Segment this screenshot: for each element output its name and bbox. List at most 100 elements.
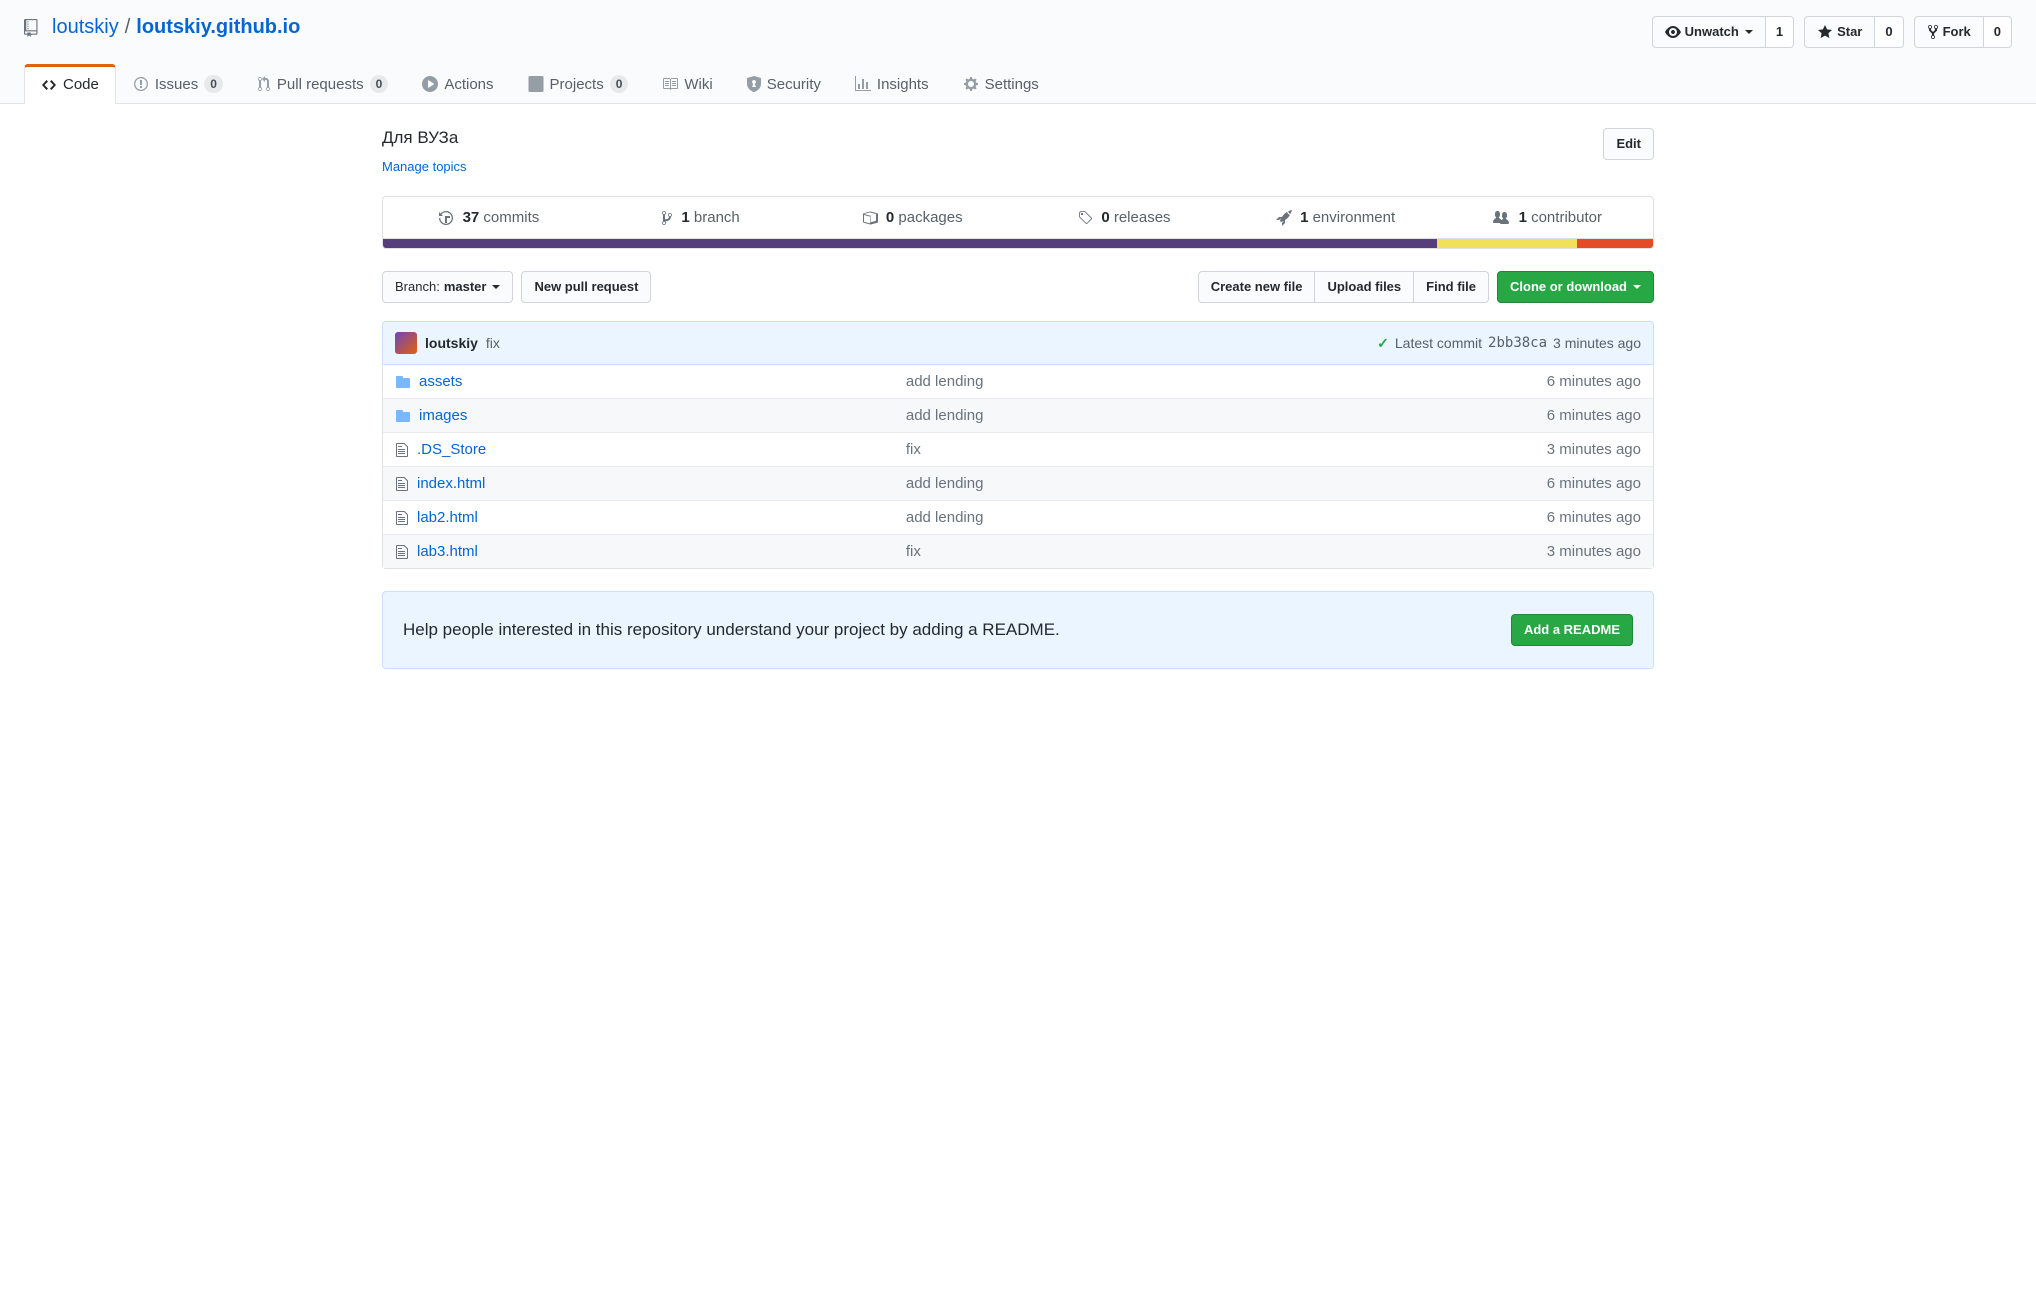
caret-down-icon bbox=[492, 285, 500, 289]
file-row: assetsadd lending6 minutes ago bbox=[383, 365, 1653, 398]
caret-down-icon bbox=[1633, 285, 1641, 289]
branch-select-label: Branch: bbox=[395, 277, 440, 297]
create-new-file-button[interactable]: Create new file bbox=[1198, 271, 1315, 303]
fork-label: Fork bbox=[1943, 22, 1971, 42]
clone-download-button[interactable]: Clone or download bbox=[1497, 271, 1654, 303]
file-name-link[interactable]: index.html bbox=[417, 475, 485, 492]
file-age: 3 minutes ago bbox=[1461, 441, 1641, 458]
forks-count[interactable]: 0 bbox=[1984, 16, 2012, 48]
check-icon[interactable]: ✓ bbox=[1377, 335, 1389, 352]
releases-link[interactable]: 0 releases bbox=[1018, 197, 1230, 238]
package-icon bbox=[862, 210, 878, 226]
file-name-link[interactable]: lab2.html bbox=[417, 509, 478, 526]
rocket-icon bbox=[1276, 210, 1292, 226]
file-commit-msg-link[interactable]: add lending bbox=[906, 407, 984, 424]
file-icon bbox=[395, 442, 409, 458]
file-icon bbox=[395, 510, 409, 526]
file-commit-msg-link[interactable]: add lending bbox=[906, 509, 984, 526]
shield-icon bbox=[747, 76, 761, 92]
file-row: lab3.html fix 3 minutes ago bbox=[383, 534, 1653, 568]
commits-link[interactable]: 37 commits bbox=[383, 197, 595, 238]
tab-projects[interactable]: Projects 0 bbox=[511, 64, 646, 103]
file-age: 3 minutes ago bbox=[1461, 543, 1641, 560]
branch-select-button[interactable]: Branch: master bbox=[382, 271, 513, 303]
file-name-link[interactable]: lab3.html bbox=[417, 543, 478, 560]
edit-button[interactable]: Edit bbox=[1603, 128, 1654, 160]
numbers-summary: 37 commits 1 branch 0 packages 0 release… bbox=[382, 196, 1654, 239]
packages-link[interactable]: 0 packages bbox=[806, 197, 1018, 238]
file-commit-msg-link[interactable]: fix bbox=[906, 543, 921, 560]
file-commit-msg-link[interactable]: add lending bbox=[906, 373, 984, 390]
contributors-label: contributor bbox=[1531, 209, 1602, 226]
file-name-link[interactable]: .DS_Store bbox=[417, 441, 486, 458]
repo-owner-link[interactable]: loutskiy bbox=[52, 16, 119, 39]
packages-label: packages bbox=[898, 209, 962, 226]
repo-icon bbox=[24, 19, 42, 37]
file-commit-msg-link[interactable]: fix bbox=[906, 441, 921, 458]
branches-num: 1 bbox=[681, 209, 689, 226]
avatar[interactable] bbox=[395, 332, 417, 354]
folder-icon bbox=[395, 408, 411, 424]
file-row: imagesadd lending6 minutes ago bbox=[383, 398, 1653, 432]
tab-insights[interactable]: Insights bbox=[838, 64, 946, 103]
new-pull-request-button[interactable]: New pull request bbox=[521, 271, 651, 303]
star-button[interactable]: Star bbox=[1804, 16, 1875, 48]
manage-topics-link[interactable]: Manage topics bbox=[382, 159, 467, 174]
releases-num: 0 bbox=[1101, 209, 1109, 226]
readme-prompt-text: Help people interested in this repositor… bbox=[403, 620, 1060, 640]
commit-author-link[interactable]: loutskiy bbox=[425, 335, 478, 351]
tab-projects-label: Projects bbox=[550, 76, 604, 93]
file-row: .DS_Store fix 3 minutes ago bbox=[383, 432, 1653, 466]
watchers-count[interactable]: 1 bbox=[1766, 16, 1794, 48]
contributors-link[interactable]: 1 contributor bbox=[1441, 197, 1653, 238]
play-icon bbox=[422, 76, 438, 92]
tab-pulls-label: Pull requests bbox=[277, 76, 364, 93]
folder-icon bbox=[395, 374, 411, 390]
find-file-button[interactable]: Find file bbox=[1413, 271, 1489, 303]
tab-code[interactable]: Code bbox=[24, 64, 116, 104]
tab-pulls[interactable]: Pull requests 0 bbox=[240, 64, 405, 103]
fork-button[interactable]: Fork bbox=[1914, 16, 1984, 48]
star-icon bbox=[1817, 24, 1833, 40]
tab-issues[interactable]: Issues 0 bbox=[116, 64, 240, 103]
language-bar[interactable] bbox=[382, 239, 1654, 249]
file-name-link[interactable]: images bbox=[419, 407, 467, 424]
issues-count: 0 bbox=[204, 75, 223, 93]
unwatch-button[interactable]: Unwatch bbox=[1652, 16, 1766, 48]
environment-num: 1 bbox=[1300, 209, 1308, 226]
tab-actions[interactable]: Actions bbox=[405, 64, 510, 103]
commit-message-link[interactable]: fix bbox=[486, 335, 500, 351]
file-commit-msg-link[interactable]: add lending bbox=[906, 475, 984, 492]
tab-settings-label: Settings bbox=[985, 76, 1039, 93]
book-icon bbox=[662, 76, 678, 92]
projects-count: 0 bbox=[610, 75, 629, 93]
people-icon bbox=[1492, 210, 1510, 226]
file-row: lab2.htmladd lending6 minutes ago bbox=[383, 500, 1653, 534]
gear-icon bbox=[963, 76, 979, 92]
tab-wiki[interactable]: Wiki bbox=[645, 64, 729, 103]
pulls-count: 0 bbox=[370, 75, 389, 93]
file-row: index.htmladd lending6 minutes ago bbox=[383, 466, 1653, 500]
page-actions: Unwatch 1 Star 0 Fork 0 bbox=[1652, 16, 2012, 48]
packages-num: 0 bbox=[886, 209, 894, 226]
code-icon bbox=[41, 77, 57, 93]
star-label: Star bbox=[1837, 22, 1862, 42]
repo-name-link[interactable]: loutskiy.github.io bbox=[136, 16, 300, 39]
stars-count[interactable]: 0 bbox=[1875, 16, 1903, 48]
commit-sha-link[interactable]: 2bb38ca bbox=[1488, 335, 1547, 351]
caret-down-icon bbox=[1745, 30, 1753, 34]
environment-link[interactable]: 1 environment bbox=[1230, 197, 1442, 238]
tab-security[interactable]: Security bbox=[730, 64, 838, 103]
tab-settings[interactable]: Settings bbox=[946, 64, 1056, 103]
tab-insights-label: Insights bbox=[877, 76, 929, 93]
branches-link[interactable]: 1 branch bbox=[595, 197, 807, 238]
tab-actions-label: Actions bbox=[444, 76, 493, 93]
file-name-link[interactable]: assets bbox=[419, 373, 462, 390]
add-readme-button[interactable]: Add a README bbox=[1511, 614, 1633, 646]
readme-prompt: Help people interested in this repositor… bbox=[382, 591, 1654, 669]
clone-label: Clone or download bbox=[1510, 277, 1627, 297]
commits-num: 37 bbox=[463, 209, 480, 226]
upload-files-button[interactable]: Upload files bbox=[1314, 271, 1413, 303]
tab-code-label: Code bbox=[63, 76, 99, 93]
eye-icon bbox=[1665, 24, 1681, 40]
